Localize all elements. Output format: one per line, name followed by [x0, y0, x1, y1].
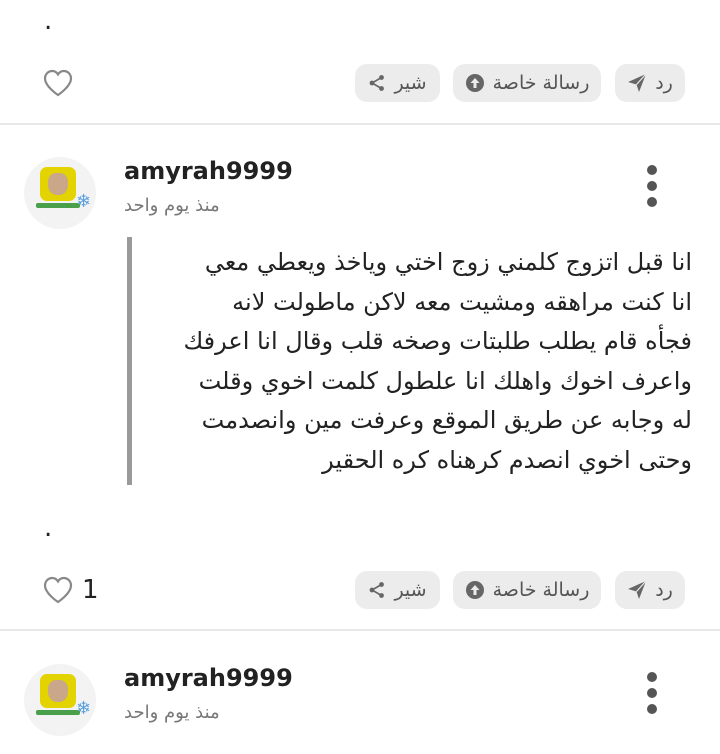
- vertical-dots-icon: [647, 165, 657, 175]
- post-menu-button[interactable]: [642, 165, 662, 209]
- post-divider: [0, 629, 720, 631]
- reply-button[interactable]: رد: [615, 64, 685, 102]
- avatar[interactable]: ❄: [24, 157, 96, 229]
- share-icon: [370, 582, 385, 598]
- private-message-button[interactable]: رسالة خاصة: [453, 571, 601, 609]
- avatar[interactable]: ❄: [24, 664, 96, 736]
- like-count: 1: [82, 575, 99, 605]
- arrow-up-circle-icon: [465, 581, 484, 599]
- separator-dot: .: [44, 513, 53, 543]
- post-time: منذ يوم واحد: [124, 195, 220, 216]
- arrow-up-circle-icon: [465, 74, 484, 92]
- username[interactable]: amyrah9999: [124, 157, 293, 185]
- separator-dot: .: [44, 6, 53, 36]
- private-message-button[interactable]: رسالة خاصة: [453, 64, 601, 102]
- heart-outline-icon: [43, 576, 73, 604]
- quote-block: انا قبل اتزوج كلمني زوج اختي وياخذ ويعطي…: [127, 237, 692, 485]
- paper-plane-icon: [628, 580, 647, 599]
- next-post-header: ❄ amyrah9999 منذ يوم واحد: [0, 664, 720, 754]
- share-icon: [370, 75, 385, 91]
- like-button[interactable]: 1: [42, 575, 99, 605]
- quote-text: انا قبل اتزوج كلمني زوج اختي وياخذ ويعطي…: [183, 248, 692, 474]
- post-header: ❄ amyrah9999 منذ يوم واحد: [0, 157, 720, 247]
- private-message-label: رسالة خاصة: [492, 72, 590, 94]
- reply-button[interactable]: رد: [615, 571, 685, 609]
- paper-plane-icon: [628, 73, 647, 92]
- share-button[interactable]: شير: [355, 64, 440, 102]
- reply-label: رد: [655, 579, 673, 601]
- post-actions-top: شير رسالة خاصة رد: [0, 64, 720, 108]
- like-button[interactable]: [42, 68, 82, 98]
- post-divider: [0, 123, 720, 125]
- heart-outline-icon: [43, 69, 73, 97]
- reply-label: رد: [655, 72, 673, 94]
- post-actions: 1 شير رسالة خاصة رد: [0, 571, 720, 615]
- username[interactable]: amyrah9999: [124, 664, 293, 692]
- vertical-dots-icon: [647, 672, 657, 682]
- share-label: شير: [394, 579, 427, 601]
- share-label: شير: [394, 72, 427, 94]
- post-menu-button[interactable]: [642, 672, 662, 716]
- share-button[interactable]: شير: [355, 571, 440, 609]
- private-message-label: رسالة خاصة: [492, 579, 590, 601]
